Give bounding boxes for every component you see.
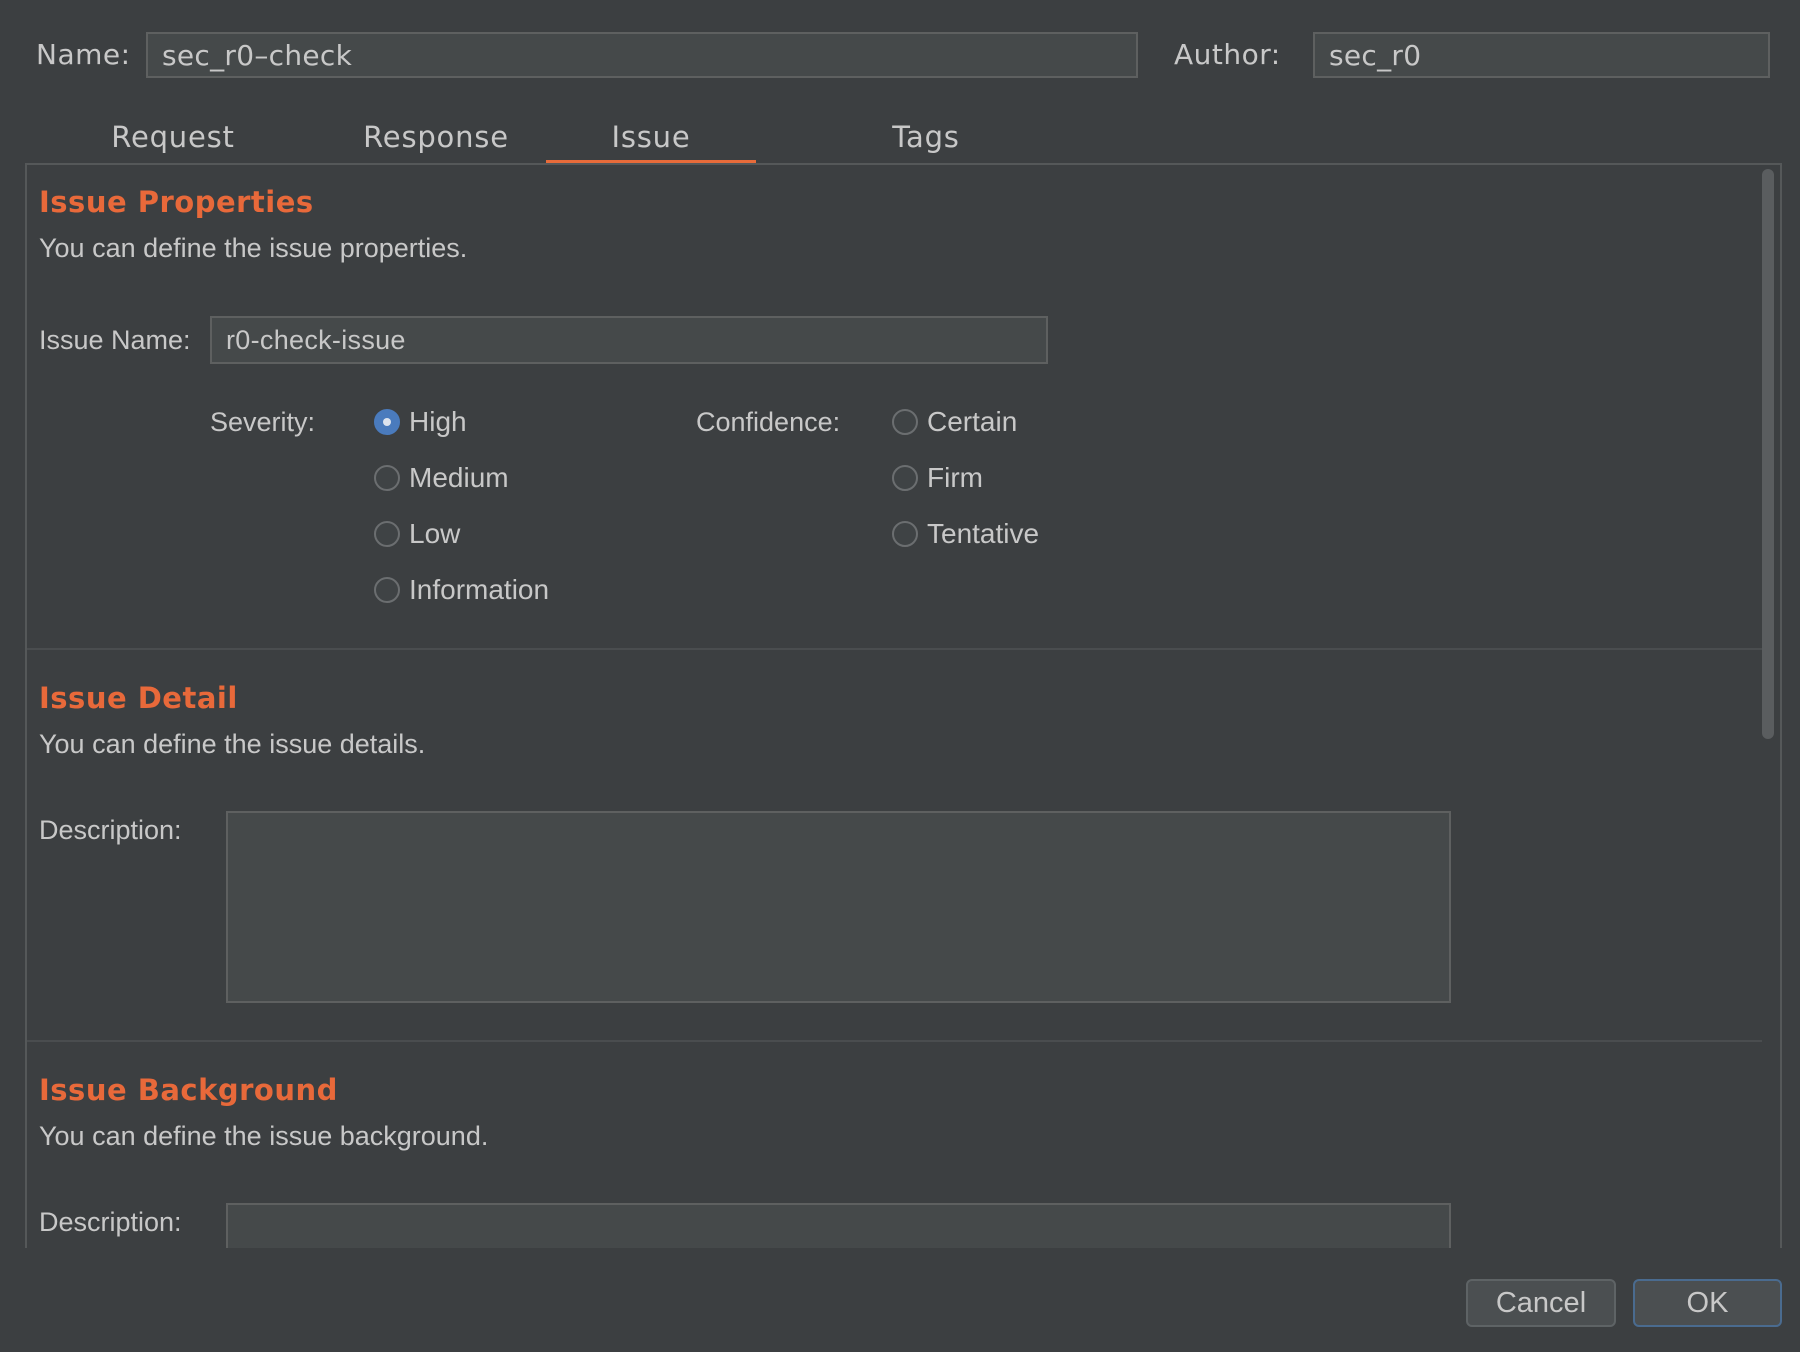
tab-request[interactable]: Request [68, 110, 278, 164]
issue-name-label: Issue Name: [39, 325, 191, 355]
cancel-button[interactable]: Cancel [1466, 1279, 1616, 1327]
severity-information-label: Information [409, 574, 550, 605]
severity-label: Severity: [210, 407, 316, 437]
confidence-firm-radio[interactable]: Firm [892, 462, 983, 494]
section-divider [27, 648, 1762, 650]
issue-background-description-label: Description: [39, 1207, 182, 1237]
issue-background-description: You can define the issue background. [39, 1121, 489, 1151]
tab-issue[interactable]: Issue [546, 110, 756, 164]
radio-indicator [374, 465, 400, 491]
severity-high-radio[interactable]: High [374, 406, 467, 438]
confidence-firm-label: Firm [927, 462, 983, 493]
severity-medium-label: Medium [409, 462, 509, 493]
issue-properties-description: You can define the issue properties. [39, 233, 468, 263]
tab-bar: Request Response Issue Tags [26, 110, 1782, 164]
name-field[interactable]: sec_r0–check [146, 32, 1138, 78]
scrollbar-thumb[interactable] [1762, 169, 1774, 739]
severity-medium-radio[interactable]: Medium [374, 462, 509, 494]
confidence-tentative-label: Tentative [927, 518, 1040, 549]
radio-indicator [374, 577, 400, 603]
scan-check-dialog: Name: sec_r0–check Author: sec_r0 Reques… [0, 0, 1800, 1352]
confidence-label: Confidence: [696, 407, 841, 437]
author-label: Author: [1174, 38, 1281, 71]
confidence-certain-label: Certain [927, 406, 1018, 437]
tab-response[interactable]: Response [308, 110, 564, 164]
radio-indicator [892, 465, 918, 491]
radio-selected-indicator [374, 409, 400, 435]
severity-low-radio[interactable]: Low [374, 518, 460, 550]
section-divider [27, 1040, 1762, 1042]
ok-button[interactable]: OK [1633, 1279, 1782, 1327]
severity-information-radio[interactable]: Information [374, 574, 549, 606]
issue-background-title: Issue Background [39, 1073, 338, 1107]
issue-detail-title: Issue Detail [39, 681, 238, 715]
issue-name-field[interactable]: r0-check-issue [210, 316, 1048, 364]
radio-indicator [892, 409, 918, 435]
severity-low-label: Low [409, 518, 461, 549]
issue-panel: Issue Properties You can define the issu… [25, 163, 1782, 1248]
severity-high-label: High [409, 406, 467, 437]
tab-tags[interactable]: Tags [791, 110, 1061, 164]
issue-detail-description: You can define the issue details. [39, 729, 426, 759]
issue-detail-description-textarea[interactable] [226, 811, 1451, 1003]
vertical-scrollbar[interactable] [1762, 169, 1774, 1248]
issue-properties-title: Issue Properties [39, 185, 314, 219]
author-field[interactable]: sec_r0 [1313, 32, 1770, 78]
confidence-certain-radio[interactable]: Certain [892, 406, 1017, 438]
issue-detail-description-label: Description: [39, 815, 182, 845]
radio-indicator [374, 521, 400, 547]
confidence-tentative-radio[interactable]: Tentative [892, 518, 1039, 550]
name-label: Name: [36, 38, 131, 71]
issue-background-description-textarea[interactable] [226, 1203, 1451, 1248]
radio-indicator [892, 521, 918, 547]
